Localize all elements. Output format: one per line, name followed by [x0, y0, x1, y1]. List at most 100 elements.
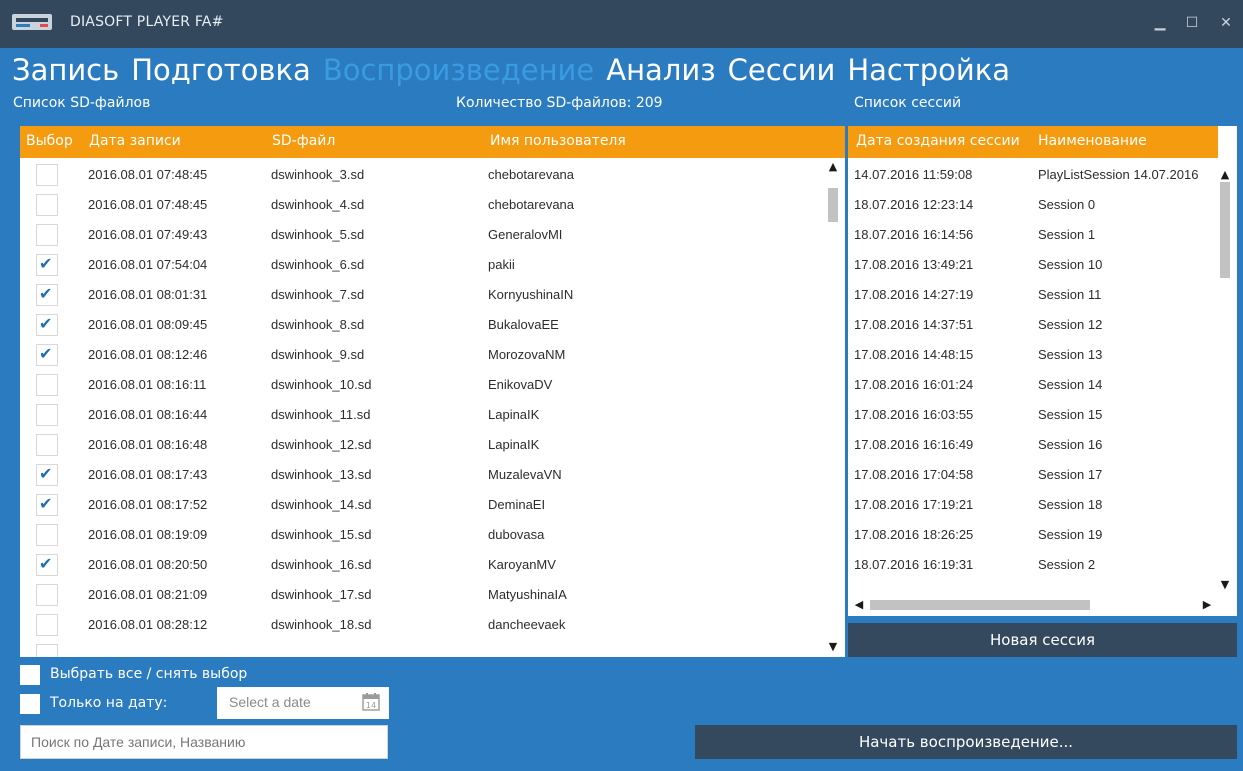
session-name: Session 16	[1038, 437, 1103, 452]
scroll-down-icon[interactable]: ▼	[1218, 578, 1232, 592]
tab-settings[interactable]: Настройка	[847, 50, 1010, 90]
list-item[interactable]: 17.08.2016 16:03:55 Session 15	[848, 400, 1218, 430]
tab-playback[interactable]: Воспроизведение	[323, 50, 594, 90]
row-select-checkbox[interactable]	[36, 344, 58, 366]
row-select-checkbox[interactable]	[36, 494, 58, 516]
sessions-vscrollbar[interactable]: ▲ ▼	[1218, 158, 1232, 598]
row-select-checkbox[interactable]	[36, 224, 58, 246]
list-item[interactable]: 18.07.2016 12:23:14 Session 0	[848, 190, 1218, 220]
session-date: 17.08.2016 16:03:55	[854, 407, 974, 422]
table-row[interactable]: 2016.08.01 08:01:31 dswinhook_7.sd Kornyus…	[20, 280, 845, 310]
files-section-title: Список SD-файлов	[13, 95, 151, 111]
table-row[interactable]: 2016.08.01 07:49:43 dswinhook_5.sd General…	[20, 220, 845, 250]
table-row[interactable]: 2016.08.01 07:54:04 dswinhook_6.sd pakii	[20, 250, 845, 280]
list-item[interactable]: 17.08.2016 14:27:19 Session 11	[848, 280, 1218, 310]
row-user-name: MuzalevaVN	[488, 467, 562, 482]
tab-sessions[interactable]: Сессии	[728, 50, 836, 90]
table-row[interactable]: 2016.08.01 08:12:46 dswinhook_9.sd Morozov…	[20, 340, 845, 370]
tab-prepare[interactable]: Подготовка	[131, 50, 311, 90]
row-select-checkbox[interactable]	[36, 284, 58, 306]
session-name: Session 13	[1038, 347, 1103, 362]
tab-record[interactable]: Запись	[12, 50, 119, 90]
new-session-button[interactable]: Новая сессия	[848, 623, 1237, 657]
row-select-checkbox[interactable]	[36, 404, 58, 426]
row-record-date: 2016.08.01 08:12:46	[88, 347, 208, 362]
start-playback-button[interactable]: Начать воспроизведение...	[695, 725, 1237, 759]
row-select-checkbox[interactable]	[36, 584, 58, 606]
scroll-up-icon[interactable]: ▲	[1218, 168, 1232, 182]
table-row[interactable]: 2016.08.01 07:48:45 dswinhook_4.sd chebota…	[20, 190, 845, 220]
sessions-scroll-thumb[interactable]	[1220, 182, 1230, 278]
scroll-down-icon[interactable]: ▼	[826, 640, 840, 654]
session-name: Session 17	[1038, 467, 1103, 482]
session-name: Session 0	[1038, 197, 1096, 212]
row-select-checkbox[interactable]	[36, 614, 58, 636]
list-item[interactable]: 17.08.2016 13:49:21 Session 10	[848, 250, 1218, 280]
row-select-checkbox[interactable]	[36, 524, 58, 546]
files-scroll-thumb[interactable]	[828, 188, 838, 222]
row-select-checkbox[interactable]	[36, 554, 58, 576]
col-session-date[interactable]: Дата создания сессии	[856, 133, 1020, 149]
scroll-left-icon[interactable]: ◀	[852, 598, 866, 612]
list-item[interactable]: 17.08.2016 14:37:51 Session 12	[848, 310, 1218, 340]
row-select-checkbox[interactable]	[36, 434, 58, 456]
row-select-checkbox[interactable]	[36, 314, 58, 336]
list-item[interactable]: 17.08.2016 18:26:25 Session 19	[848, 520, 1218, 550]
session-date: 18.07.2016 16:14:56	[854, 227, 974, 242]
row-select-checkbox[interactable]	[36, 254, 58, 276]
table-row[interactable]: 2016.08.01 08:17:43 dswinhook_13.sd Muzale…	[20, 460, 845, 490]
session-date: 18.07.2016 16:19:31	[854, 557, 974, 572]
session-name: Session 2	[1038, 557, 1096, 572]
session-name: PlayListSession 14.07.2016	[1038, 167, 1199, 182]
table-row[interactable]: 2016.08.01 08:17:52 dswinhook_14.sd Demina…	[20, 490, 845, 520]
list-item[interactable]: 17.08.2016 17:04:58 Session 17	[848, 460, 1218, 490]
table-row[interactable]: 2016.08.01 07:48:45 dswinhook_3.sd chebota…	[20, 160, 845, 190]
col-user-name[interactable]: Имя пользователя	[490, 133, 626, 149]
list-item[interactable]: 17.08.2016 17:19:21 Session 18	[848, 490, 1218, 520]
row-record-date: 2016.08.01 08:16:11	[88, 377, 207, 392]
table-row[interactable]: 2016.08.01 08:09:45 dswinhook_8.sd Bukalov…	[20, 310, 845, 340]
list-item[interactable]: 17.08.2016 16:01:24 Session 14	[848, 370, 1218, 400]
only-date-checkbox[interactable]	[20, 694, 40, 714]
table-row[interactable]: 2016.08.01 08:16:48 dswinhook_12.sd Lapina…	[20, 430, 845, 460]
minimize-button[interactable]: ▁	[1148, 12, 1172, 34]
col-session-name[interactable]: Наименование	[1038, 133, 1147, 149]
table-row[interactable]: 2016.08.01 08:19:09 dswinhook_15.sd dubova…	[20, 520, 845, 550]
select-all-checkbox[interactable]	[20, 665, 40, 685]
calendar-icon[interactable]: 14	[361, 692, 381, 712]
row-record-date: 2016.08.01 07:48:45	[88, 197, 208, 212]
tab-analysis[interactable]: Анализ	[606, 50, 715, 90]
row-user-name: dancheevaek	[488, 617, 566, 632]
sessions-hscroll-thumb[interactable]	[870, 600, 1090, 610]
scroll-up-icon[interactable]: ▲	[826, 160, 840, 174]
table-row[interactable]: 2016.08.01 08:21:09 dswinhook_17.sd Matyus…	[20, 580, 845, 610]
date-picker-input[interactable]: Select a date 14	[217, 687, 389, 719]
row-sd-file: dswinhook_10.sd	[271, 377, 372, 392]
scroll-right-icon[interactable]: ▶	[1200, 598, 1214, 612]
row-select-checkbox[interactable]	[36, 194, 58, 216]
col-select[interactable]: Выбор	[26, 133, 73, 149]
sessions-hscrollbar[interactable]: ◀ ▶	[848, 598, 1218, 612]
close-button[interactable]: ✕	[1214, 12, 1238, 34]
col-sd-file[interactable]: SD-файл	[272, 133, 335, 149]
row-user-name: chebotarevana	[488, 167, 575, 182]
list-item[interactable]: 17.08.2016 14:48:15 Session 13	[848, 340, 1218, 370]
table-row[interactable]: 2016.08.01 08:20:50 dswinhook_16.sd Karoya…	[20, 550, 845, 580]
table-row[interactable]: 2016.08.01 08:16:11 dswinhook_10.sd Enikov…	[20, 370, 845, 400]
row-record-date: 2016.08.01 08:01:31	[88, 287, 208, 302]
row-select-checkbox[interactable]	[36, 164, 58, 186]
list-item[interactable]: 14.07.2016 11:59:08 PlayListSession 14.07…	[848, 160, 1218, 190]
list-item[interactable]: 18.07.2016 16:19:31 Session 2	[848, 550, 1218, 580]
row-select-checkbox[interactable]	[36, 464, 58, 486]
files-scrollbar[interactable]: ▲ ▼	[826, 158, 840, 657]
row-sd-file: dswinhook_5.sd	[271, 227, 365, 242]
table-row[interactable]: 2016.08.01 08:16:44 dswinhook_11.sd Lapina…	[20, 400, 845, 430]
row-select-checkbox[interactable]	[36, 644, 58, 657]
table-row[interactable]: 2016.08.01 08:28:12 dswinhook_18.sd danche…	[20, 610, 845, 640]
maximize-button[interactable]: ☐	[1180, 12, 1204, 34]
search-input[interactable]: Поиск по Дате записи, Названию	[20, 725, 388, 759]
list-item[interactable]: 17.08.2016 16:16:49 Session 16	[848, 430, 1218, 460]
list-item[interactable]: 18.07.2016 16:14:56 Session 1	[848, 220, 1218, 250]
col-record-date[interactable]: Дата записи	[89, 133, 181, 149]
row-select-checkbox[interactable]	[36, 374, 58, 396]
